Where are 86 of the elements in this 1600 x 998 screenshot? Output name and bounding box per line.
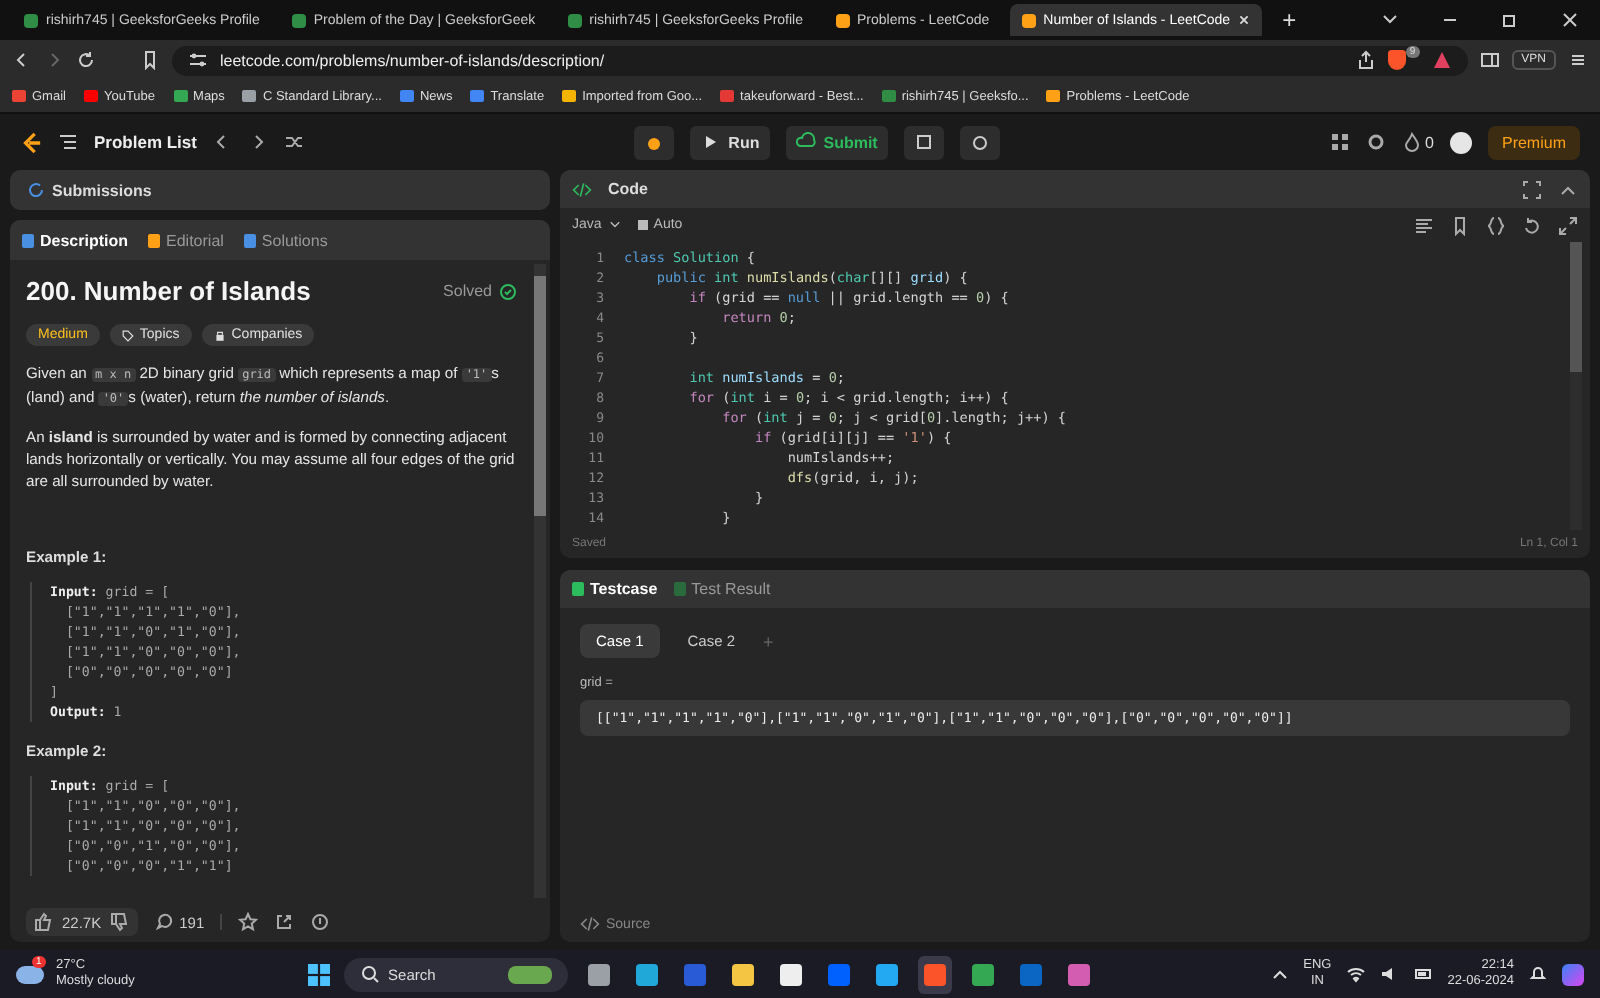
- new-tab-button[interactable]: +: [1270, 6, 1309, 34]
- premium-button[interactable]: Premium: [1487, 125, 1580, 159]
- share-icon[interactable]: [1355, 50, 1376, 70]
- sidebar-icon[interactable]: [1479, 50, 1500, 70]
- timer-button[interactable]: [959, 125, 1000, 159]
- scrollbar[interactable]: [534, 264, 546, 898]
- list-icon[interactable]: [58, 132, 78, 152]
- run-button[interactable]: Run: [690, 125, 770, 159]
- wifi-icon[interactable]: [1345, 964, 1366, 984]
- code-icon: [580, 914, 600, 934]
- check-circle-icon: [498, 281, 518, 301]
- shield-icon[interactable]: [1387, 50, 1406, 70]
- restore-icon[interactable]: [1500, 10, 1520, 30]
- site-settings-icon[interactable]: [188, 50, 208, 70]
- site-icon: [1021, 13, 1036, 27]
- favicon-icon: [173, 90, 188, 102]
- history-icon: [26, 180, 46, 200]
- close-icon[interactable]: [1560, 10, 1580, 30]
- start-icon[interactable]: [308, 963, 331, 985]
- notes-button[interactable]: [903, 125, 944, 159]
- braces-icon[interactable]: [1486, 215, 1506, 235]
- favicon-icon: [399, 90, 414, 102]
- format-icon[interactable]: [1414, 215, 1434, 235]
- menu-icon[interactable]: [1568, 50, 1588, 70]
- site-icon: [567, 13, 582, 27]
- reload-icon[interactable]: [76, 50, 96, 70]
- tab-icon: [243, 233, 256, 247]
- star-icon[interactable]: [238, 912, 259, 932]
- tab-icon: [673, 582, 686, 596]
- cloud-upload-icon: [795, 132, 816, 152]
- expand-icon[interactable]: [1522, 179, 1542, 199]
- play-icon: [700, 132, 721, 152]
- battery-icon[interactable]: [1413, 964, 1434, 984]
- bookmark-icon[interactable]: [140, 50, 160, 70]
- favicon-icon: [12, 90, 26, 102]
- search-icon: [360, 964, 381, 984]
- landscape-icon: [508, 965, 553, 983]
- fullscreen-icon[interactable]: [1558, 215, 1578, 235]
- triangle-icon[interactable]: [1431, 50, 1452, 70]
- debug-button[interactable]: [634, 125, 675, 159]
- lock-icon: [637, 220, 648, 230]
- bookmark-icon[interactable]: [1450, 215, 1470, 235]
- comment-icon: [153, 912, 174, 932]
- cloud-icon[interactable]: [16, 965, 44, 983]
- panel-tab[interactable]: Testcase: [572, 580, 658, 598]
- thumbs-up-icon: [34, 912, 54, 932]
- panel-tab[interactable]: Description: [22, 231, 129, 249]
- panel-tab[interactable]: Editorial: [148, 231, 224, 249]
- favicon-icon: [83, 90, 98, 102]
- favicon-icon: [242, 90, 257, 102]
- favicon-icon: [1046, 90, 1061, 102]
- shuffle-icon[interactable]: [284, 132, 305, 152]
- favicon-icon: [720, 90, 735, 102]
- bell-icon[interactable]: [1528, 964, 1548, 984]
- logo-icon[interactable]: [20, 129, 42, 155]
- avatar-icon[interactable]: [1449, 131, 1472, 153]
- tab-icon: [572, 582, 584, 596]
- problem-title: 200. Number of Islands: [26, 276, 313, 306]
- favicon-icon: [881, 90, 896, 102]
- panel-tab[interactable]: Test Result: [673, 580, 771, 598]
- tab-icon: [148, 233, 161, 247]
- scrollbar[interactable]: [1570, 242, 1582, 530]
- submissions-tab[interactable]: Submissions: [10, 170, 550, 210]
- layout-icon[interactable]: [1329, 132, 1350, 152]
- code-icon: [572, 179, 592, 199]
- chevron-down-icon: [607, 218, 622, 232]
- close-icon[interactable]: [1238, 14, 1251, 26]
- problem-list-link[interactable]: Problem List: [94, 132, 197, 152]
- tag-icon: [121, 329, 134, 341]
- share-icon[interactable]: [274, 912, 295, 932]
- help-icon[interactable]: [310, 912, 331, 932]
- favicon-icon: [562, 90, 577, 102]
- submit-button[interactable]: Submit: [785, 125, 888, 159]
- streak-counter[interactable]: 0: [1401, 132, 1434, 152]
- site-icon: [24, 13, 38, 27]
- code-panel-title: Code: [608, 180, 648, 198]
- favicon-icon: [470, 90, 485, 102]
- lock-icon: [213, 329, 226, 341]
- solved-status: Solved: [443, 282, 492, 300]
- thumbs-down-icon[interactable]: [109, 912, 130, 932]
- copilot-icon[interactable]: [1562, 963, 1584, 985]
- panel-tab[interactable]: Solutions: [243, 231, 328, 249]
- reset-icon[interactable]: [1522, 215, 1542, 235]
- site-icon: [291, 13, 306, 27]
- tab-icon: [22, 233, 34, 247]
- site-icon: [835, 13, 850, 27]
